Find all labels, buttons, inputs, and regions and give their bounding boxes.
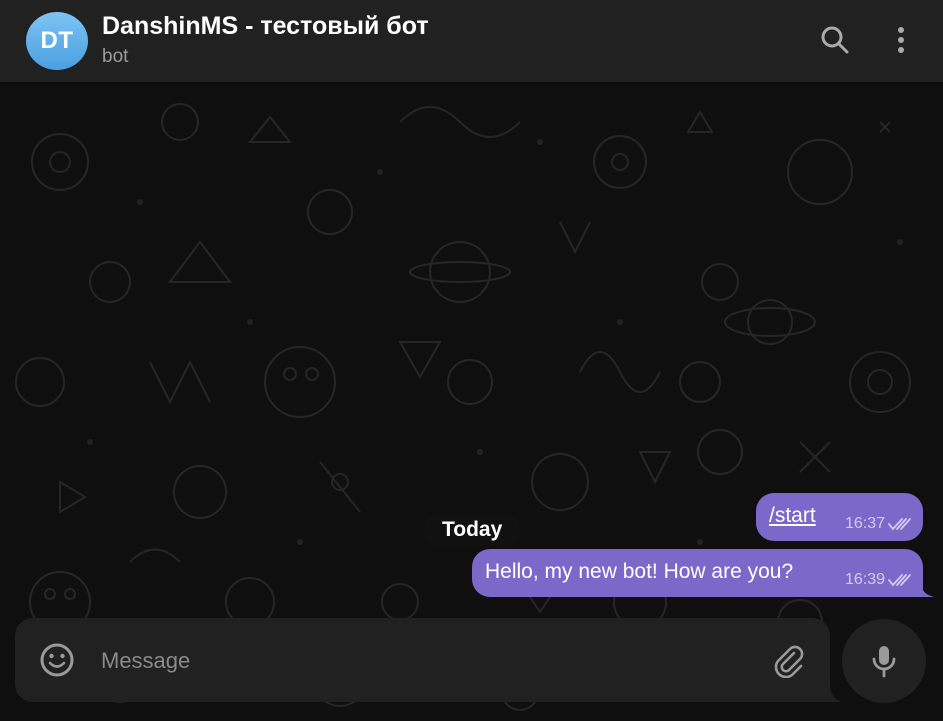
smile-icon[interactable]	[39, 642, 75, 678]
chat-title[interactable]: DanshinMS - тестовый бот	[102, 12, 429, 41]
message-time: 16:37	[844, 515, 885, 532]
search-icon	[821, 26, 849, 54]
chat-subtitle: bot	[102, 46, 129, 67]
double-check-icon	[888, 518, 911, 531]
composer-tail	[826, 686, 842, 702]
more-vertical-icon	[898, 27, 904, 53]
search-button[interactable]	[815, 20, 855, 60]
voice-record-button[interactable]	[842, 619, 926, 703]
paperclip-icon[interactable]	[772, 644, 806, 678]
message-bubble[interactable]: /start 16:37	[756, 493, 923, 541]
bot-command-link[interactable]: /start	[769, 504, 816, 528]
message-input[interactable]	[99, 638, 753, 684]
avatar[interactable]: DT	[26, 12, 88, 70]
more-options-button[interactable]	[881, 20, 921, 60]
message-meta: 16:39	[845, 571, 913, 589]
message-meta: 16:37	[845, 515, 913, 533]
message-bubble[interactable]: Hello, my new bot! How are you? 16:39	[472, 549, 923, 597]
microphone-icon	[872, 646, 896, 678]
chat-header: DT DanshinMS - тестовый бот bot	[0, 0, 943, 82]
bubble-tail	[917, 585, 935, 597]
date-separator: Today	[424, 514, 521, 546]
message-time: 16:39	[844, 571, 885, 588]
message-composer	[15, 618, 830, 702]
double-check-icon	[888, 574, 911, 587]
message-text: Hello, my new bot! How are you?	[485, 560, 794, 583]
